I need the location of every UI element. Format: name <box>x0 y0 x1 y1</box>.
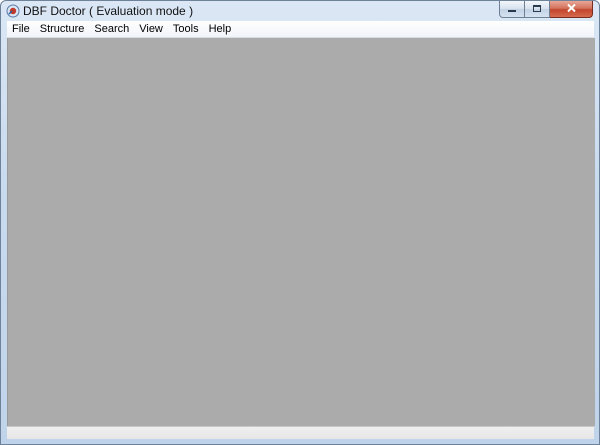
close-button[interactable] <box>550 1 593 18</box>
status-bar <box>7 426 594 439</box>
menu-tools[interactable]: Tools <box>168 21 204 37</box>
caption-buttons <box>499 1 593 19</box>
mdi-client-area[interactable] <box>7 38 595 426</box>
menu-search[interactable]: Search <box>89 21 134 37</box>
menu-bar: File Structure Search View Tools Help <box>7 21 594 38</box>
title-bar[interactable]: DBF Doctor ( Evaluation mode ) <box>1 1 599 21</box>
minimize-button[interactable] <box>499 1 525 18</box>
window-title: DBF Doctor ( Evaluation mode ) <box>23 4 194 18</box>
close-icon <box>566 1 577 18</box>
maximize-icon <box>532 1 542 18</box>
minimize-icon <box>507 1 517 18</box>
menu-structure[interactable]: Structure <box>35 21 90 37</box>
menu-view[interactable]: View <box>134 21 168 37</box>
window-bottom-border[interactable] <box>1 439 599 444</box>
menu-file[interactable]: File <box>7 21 35 37</box>
maximize-button[interactable] <box>525 1 550 18</box>
app-icon[interactable] <box>6 4 20 18</box>
menu-help[interactable]: Help <box>204 21 237 37</box>
app-window: DBF Doctor ( Evaluation mode ) File Stru… <box>0 0 600 445</box>
